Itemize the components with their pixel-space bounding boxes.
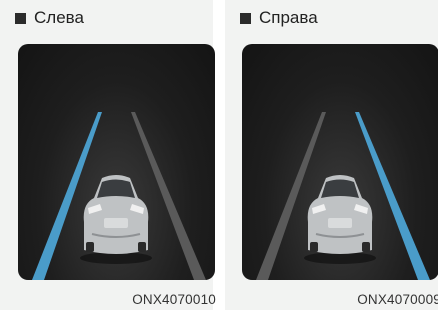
- bullet-square-icon: [15, 12, 26, 24]
- caption-right-text: Справа: [259, 8, 318, 27]
- bullet-square-icon: [240, 12, 251, 24]
- road-scene-right: [242, 44, 438, 280]
- caption-left: Слева: [15, 8, 84, 28]
- figure-left-departure: Слева ONX4070010: [0, 0, 216, 310]
- car-icon: [80, 175, 152, 264]
- figure-right-departure: Справа ONX4070009: [225, 0, 438, 310]
- road-scene-left: [18, 44, 215, 280]
- car-icon: [304, 175, 376, 264]
- figure-code-right: ONX4070009: [357, 292, 438, 307]
- figure-code-left: ONX4070010: [132, 292, 216, 307]
- caption-right: Справа: [240, 8, 318, 28]
- caption-left-text: Слева: [34, 8, 84, 27]
